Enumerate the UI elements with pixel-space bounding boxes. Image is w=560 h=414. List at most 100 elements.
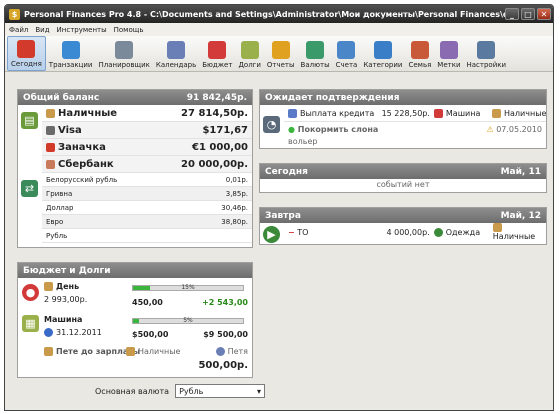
today-date: Май, 11 xyxy=(500,166,541,177)
account-amount: $171,67 xyxy=(202,124,248,136)
debt-car-percent: 5% xyxy=(183,317,193,324)
person-icon xyxy=(215,347,225,356)
pending-item-elephant[interactable]: ● Покормить слона ⚠ 07.05.2010 вольер xyxy=(284,122,546,148)
toolbar-label: Транзакции xyxy=(48,61,93,69)
toolbar-label: Сегодня xyxy=(11,60,42,68)
pending-credit-name: Выплата кредита xyxy=(300,108,375,118)
account-amount: €1 000,00 xyxy=(192,141,248,153)
toolbar-button-0[interactable]: Сегодня xyxy=(7,36,46,71)
budget-day-item[interactable]: День 2 993,00р. 15% 450,00 +2 543,00 xyxy=(44,282,250,312)
toolbar-button-4[interactable]: Бюджет xyxy=(199,36,235,71)
pending-panel: Ожидает подтверждения ◔ Выплата кредита … xyxy=(259,89,547,149)
account-icon xyxy=(46,125,55,135)
toolbar-button-9[interactable]: Категории xyxy=(360,36,405,71)
menu-file[interactable]: Файл xyxy=(9,26,28,34)
cash-icon xyxy=(44,347,53,356)
account-row[interactable]: Visa $171,67 xyxy=(42,122,252,139)
currency-row[interactable]: Белорусский рубль 0,01р. xyxy=(42,173,252,187)
balance-title: Общий баланс xyxy=(23,92,100,103)
cash-icon xyxy=(492,108,501,118)
currency-rate: 3,85р. xyxy=(225,189,248,198)
balance-header: Общий баланс 91 842,45р. xyxy=(18,90,252,105)
currency-exchange-icon: ⇄ xyxy=(21,180,38,197)
tomorrow-panel: Завтра Май, 12 ▶ − ТО 4 000,00р. Одежда … xyxy=(259,207,547,245)
toolbar-label: Бюджет xyxy=(202,61,233,69)
settings-icon xyxy=(477,41,496,59)
cash-icon xyxy=(492,223,502,232)
play-icon: ▶ xyxy=(263,226,280,243)
currency-row[interactable]: Рубль xyxy=(42,229,252,243)
account-row[interactable]: Сбербанк 20 000,00р. xyxy=(42,156,252,173)
clothes-icon xyxy=(433,227,443,237)
account-amount: 20 000,00р. xyxy=(181,158,248,170)
account-name: Наличные xyxy=(58,107,118,119)
debt-car-item[interactable]: Машина 31.12.2011 5% $500,00 $9 500,00 xyxy=(44,315,250,343)
toolbar-button-8[interactable]: Счета xyxy=(333,36,361,71)
today-empty: событий нет xyxy=(376,180,430,189)
debt-petya-amount: 500,00р. xyxy=(198,360,248,371)
toolbar-button-12[interactable]: Настройки xyxy=(464,36,510,71)
transactions-icon xyxy=(61,41,80,59)
toolbar-button-1[interactable]: Транзакции xyxy=(46,36,96,71)
account-row[interactable]: Заначка €1 000,00 xyxy=(42,139,252,156)
currency-list: Белорусский рубль 0,01р. Гривна 3,85р. Долла… xyxy=(42,173,252,243)
tomorrow-date: Май, 12 xyxy=(500,210,541,221)
currency-row[interactable]: Евро 38,80р. xyxy=(42,215,252,229)
tomorrow-item[interactable]: − ТО 4 000,00р. Одежда Наличные xyxy=(284,223,546,241)
pending-item-credit[interactable]: Выплата кредита 15 228,50р. Машина Налич… xyxy=(284,105,546,122)
title-bar: $ Personal Finances Pro 4.8 - C:\Documen… xyxy=(5,5,553,23)
budget-panel: Бюджет и Долги ● ▦ День 2 993,00р. 15% 4… xyxy=(17,262,253,378)
chevron-down-icon: ▾ xyxy=(257,386,262,396)
debt-car-name: Машина xyxy=(44,315,83,324)
today-header: Сегодня Май, 11 xyxy=(260,164,546,179)
toolbar-button-7[interactable]: Валюты xyxy=(298,36,333,71)
toolbar-label: Планировщик xyxy=(98,61,150,69)
currency-name: Белорусский рубль xyxy=(46,175,118,184)
menu-bar: Файл Вид Инструменты Помощь xyxy=(5,23,553,36)
menu-tools[interactable]: Инструменты xyxy=(57,26,107,34)
account-name: Сбербанк xyxy=(58,158,114,170)
app-icon: $ xyxy=(9,8,20,20)
currency-row[interactable]: Гривна 3,85р. xyxy=(42,187,252,201)
debt-car-date: 31.12.2011 xyxy=(56,328,102,337)
cash-icon xyxy=(126,347,135,356)
window-title: Personal Finances Pro 4.8 - C:\Documents… xyxy=(24,9,505,19)
toolbar-label: Метки xyxy=(437,61,461,69)
account-row[interactable]: Наличные 27 814,50р. xyxy=(42,105,252,122)
toolbar-button-2[interactable]: Планировщик xyxy=(96,36,153,71)
today-panel: Сегодня Май, 11 событий нет xyxy=(259,163,547,193)
close-button[interactable]: ✕ xyxy=(537,8,551,20)
debt-petya-person: Петя xyxy=(227,347,248,356)
clock-icon xyxy=(115,41,134,59)
clock-icon: ◔ xyxy=(263,116,280,133)
budget-day-spent: 450,00 xyxy=(132,298,163,307)
warning-icon: ⚠ xyxy=(486,125,494,134)
maximize-button[interactable]: □ xyxy=(521,8,535,20)
toolbar-button-3[interactable]: Календарь xyxy=(153,36,199,71)
pending-elephant-name: Покормить слона xyxy=(297,125,379,134)
debt-petya-item[interactable]: Пете до зарплаты Наличные Петя 500,00р. xyxy=(44,347,250,375)
toolbar-button-5[interactable]: Долги xyxy=(235,36,263,71)
toolbar-button-10[interactable]: Семья xyxy=(405,36,434,71)
content-area: Общий баланс 91 842,45р. ▤ ⇄ Наличные 27 … xyxy=(5,73,553,410)
debt-car-total: $9 500,00 xyxy=(203,330,248,339)
pending-credit-category: Машина xyxy=(445,108,481,118)
debt-car-progress: 5% xyxy=(132,317,244,324)
accounts-list: Наличные 27 814,50р. Visa $171,67 Заначка €1 … xyxy=(42,105,252,173)
base-currency-select[interactable]: Рубль ▾ xyxy=(175,384,266,398)
toolbar-button-11[interactable]: Метки xyxy=(434,36,463,71)
base-currency-value: Рубль xyxy=(179,386,204,396)
budget-day-name: День xyxy=(56,282,80,291)
budget-header: Бюджет и Долги xyxy=(18,263,252,278)
pie-chart-icon xyxy=(271,41,290,59)
budget-title: Бюджет и Долги xyxy=(23,265,111,276)
menu-view[interactable]: Вид xyxy=(35,26,49,34)
budget-day-progress: 15% xyxy=(132,284,244,291)
currency-row[interactable]: Доллар 30,46р. xyxy=(42,201,252,215)
pending-elephant-note: вольер xyxy=(288,137,318,146)
toolbar-button-6[interactable]: Отчеты xyxy=(264,36,298,71)
menu-help[interactable]: Помощь xyxy=(114,26,144,34)
minimize-button[interactable]: _ xyxy=(505,8,519,20)
calendar-icon xyxy=(167,41,186,59)
car-icon xyxy=(433,108,443,118)
